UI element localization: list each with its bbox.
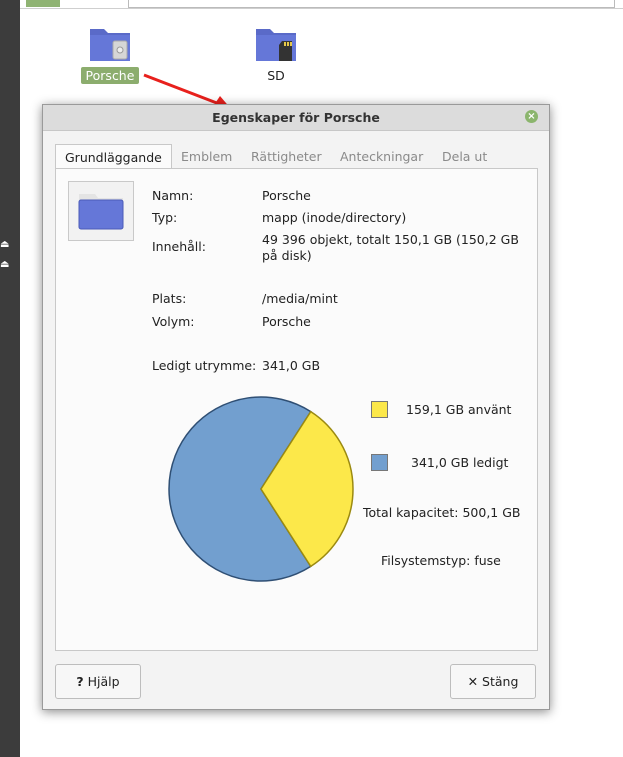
used-legend-swatch: [371, 401, 388, 418]
close-button[interactable]: ✕ Stäng: [450, 664, 536, 699]
free-space-value: 341,0 GB: [262, 358, 321, 373]
used-legend-label: 159,1 GB använt: [406, 402, 512, 417]
tab-share[interactable]: Dela ut: [433, 144, 496, 169]
folder-icon: [78, 194, 124, 230]
tab-emblems[interactable]: Emblem: [172, 144, 241, 169]
total-capacity: Total kapacitet: 500,1 GB: [363, 505, 521, 520]
disk-usage-pie: [168, 396, 354, 582]
free-legend-label: 341,0 GB ledigt: [411, 455, 509, 470]
tab-basic[interactable]: Grundläggande: [55, 144, 172, 170]
type-value: mapp (inode/directory): [262, 210, 407, 225]
dialog-title: Egenskaper för Porsche: [212, 110, 380, 125]
help-button-label: Hjälp: [87, 674, 120, 689]
properties-dialog: Egenskaper för Porsche × Grundläggande E…: [42, 104, 550, 710]
name-value[interactable]: Porsche: [262, 188, 522, 204]
close-icon[interactable]: ×: [525, 110, 538, 123]
close-x-icon: ✕: [467, 674, 479, 689]
help-button[interactable]: ? Hjälp: [55, 664, 141, 699]
folder-preview[interactable]: [68, 181, 134, 241]
volume-value: Porsche: [262, 314, 311, 329]
eject-icon[interactable]: ⏏: [0, 260, 12, 270]
basic-tab-panel: Namn: Porsche Typ: mapp (inode/directory…: [55, 168, 538, 651]
type-label: Typ:: [152, 210, 178, 225]
dialog-titlebar: Egenskaper för Porsche ×: [43, 105, 549, 131]
filesystem-type: Filsystemstyp: fuse: [381, 553, 501, 568]
free-space-label: Ledigt utrymme:: [152, 358, 257, 373]
help-icon: ?: [76, 674, 84, 689]
tab-permissions[interactable]: Rättigheter: [242, 144, 331, 169]
eject-icon[interactable]: ⏏: [0, 240, 12, 250]
contents-value: 49 396 objekt, totalt 150,1 GB (150,2 GB…: [262, 232, 519, 263]
free-legend-swatch: [371, 454, 388, 471]
name-label: Namn:: [152, 188, 194, 203]
location-value: /media/mint: [262, 291, 338, 306]
tab-notes[interactable]: Anteckningar: [331, 144, 432, 169]
location-label: Plats:: [152, 291, 187, 306]
volume-label: Volym:: [152, 314, 195, 329]
close-button-label: Stäng: [482, 674, 519, 689]
contents-label: Innehåll:: [152, 239, 206, 254]
